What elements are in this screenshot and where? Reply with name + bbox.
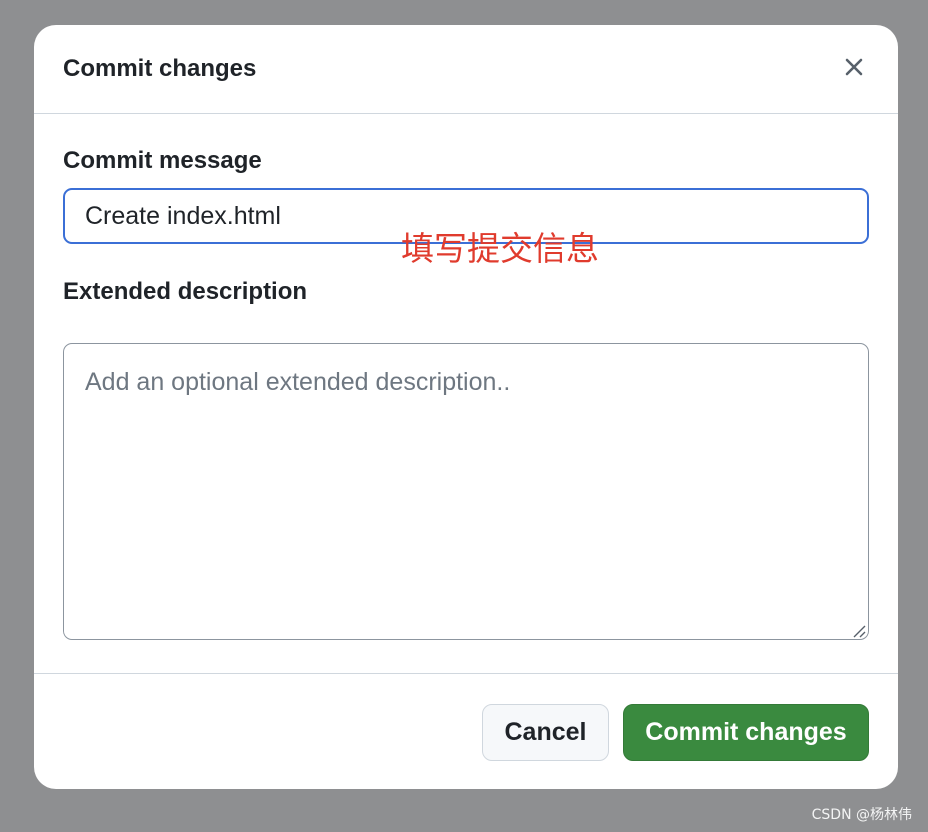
- commit-message-label: Commit message: [63, 147, 262, 174]
- commit-dialog: Commit changes Commit message 填写提交信息 Ext…: [34, 25, 898, 789]
- dialog-title: Commit changes: [63, 55, 257, 82]
- close-icon: [845, 58, 863, 76]
- dialog-footer: Cancel Commit changes: [34, 673, 898, 789]
- cancel-button[interactable]: Cancel: [482, 704, 609, 761]
- dialog-header: Commit changes: [34, 25, 898, 114]
- extended-description-label: Extended description: [63, 278, 308, 305]
- commit-changes-button[interactable]: Commit changes: [623, 704, 869, 761]
- annotation-text: 填写提交信息: [401, 229, 599, 268]
- close-button[interactable]: [840, 53, 868, 81]
- extended-description-textarea[interactable]: [63, 343, 869, 640]
- watermark: CSDN @杨林伟: [811, 807, 912, 823]
- resize-handle-icon[interactable]: [850, 622, 866, 638]
